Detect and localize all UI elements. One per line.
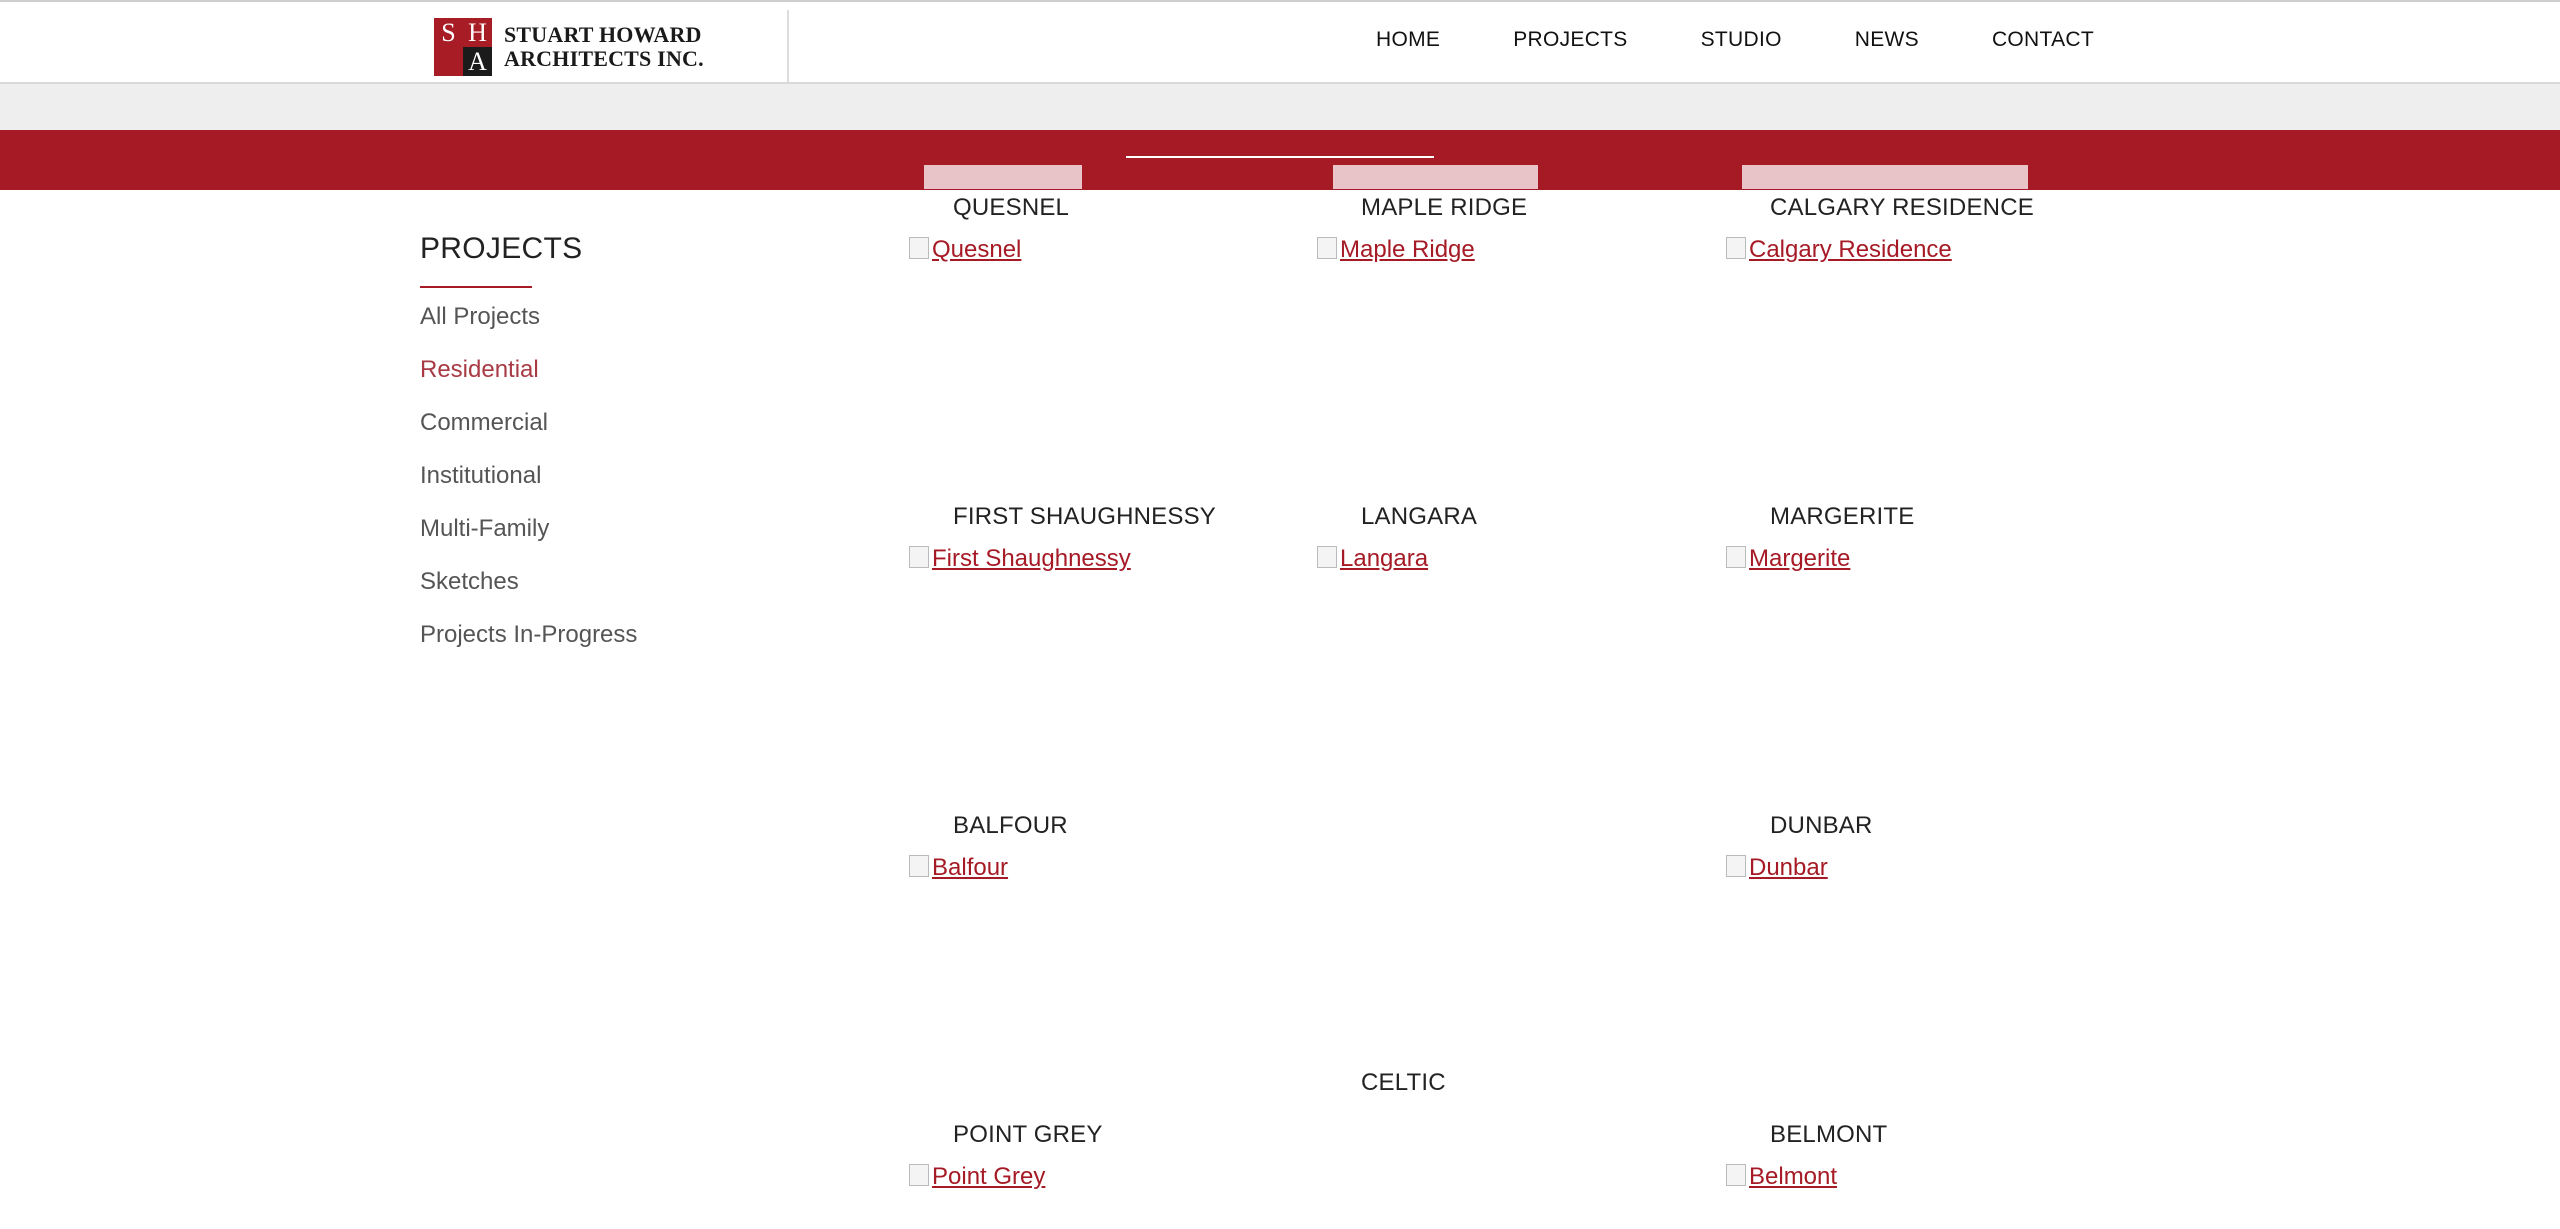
broken-image-icon (1726, 546, 1746, 568)
grey-band (0, 84, 2560, 130)
image-alt-text: Margerite (1749, 545, 1851, 572)
project-image-belmont[interactable]: Belmont (1726, 1163, 1837, 1191)
logo-letter-s: S (434, 18, 463, 47)
project-title-first-shaughnessy[interactable]: FIRST SHAUGHNESSY (953, 503, 1216, 531)
project-image-quesnel[interactable]: Quesnel (909, 236, 1021, 264)
sidebar-title: PROJECTS (420, 232, 583, 265)
logo-line-2: ARCHITECTS INC. (504, 46, 704, 71)
broken-image-icon (1317, 237, 1337, 259)
image-alt-text: Point Grey (932, 1163, 1046, 1190)
nav-projects[interactable]: PROJECTS (1513, 28, 1627, 52)
main-nav: HOME PROJECTS STUDIO NEWS CONTACT (1303, 28, 2094, 52)
logo-letter-h: H (463, 18, 492, 47)
project-image-first-shaughnessy[interactable]: First Shaughnessy (909, 545, 1131, 573)
project-title-maple-ridge[interactable]: MAPLE RIDGE (1361, 194, 1527, 222)
category-institutional[interactable]: Institutional (420, 461, 820, 514)
project-title-calgary-residence[interactable]: CALGARY RESIDENCE (1770, 194, 2034, 222)
broken-image-icon (909, 546, 929, 568)
sidebar-title-underline (420, 286, 532, 288)
nav-home[interactable]: HOME (1376, 28, 1440, 52)
project-image-point-grey[interactable]: Point Grey (909, 1163, 1045, 1191)
project-title-celtic[interactable]: CELTIC (1361, 1069, 1446, 1097)
logo-line-1: STUART HOWARD (504, 22, 702, 47)
project-title-langara[interactable]: LANGARA (1361, 503, 1477, 531)
nav-studio[interactable]: STUDIO (1701, 28, 1782, 52)
broken-image-icon (909, 237, 929, 259)
image-alt-text: First Shaughnessy (932, 545, 1131, 572)
logo-blank (434, 47, 463, 76)
image-alt-text: Maple Ridge (1340, 236, 1475, 263)
project-image-margerite[interactable]: Margerite (1726, 545, 1850, 573)
header-divider (787, 10, 789, 82)
broken-image-icon (1726, 237, 1746, 259)
category-list: All Projects Residential Commercial Inst… (420, 302, 820, 673)
hero-band-line (1126, 156, 1434, 158)
broken-image-icon (1317, 546, 1337, 568)
image-alt-text: Balfour (932, 854, 1009, 881)
project-title-point-grey[interactable]: POINT GREY (953, 1121, 1103, 1149)
site-header: S H A STUART HOWARD ARCHITECTS INC. HOME… (0, 0, 2560, 84)
project-title-quesnel[interactable]: QUESNEL (953, 194, 1069, 222)
project-image-maple-ridge[interactable]: Maple Ridge (1317, 236, 1475, 264)
broken-image-icon (909, 1164, 929, 1186)
logo-letter-a: A (463, 47, 492, 76)
image-alt-text: Quesnel (932, 236, 1022, 263)
project-image-balfour[interactable]: Balfour (909, 854, 1008, 882)
image-alt-text: Langara (1340, 545, 1429, 572)
broken-image-icon (1726, 855, 1746, 877)
category-all-projects[interactable]: All Projects (420, 302, 820, 355)
category-residential[interactable]: Residential (420, 355, 820, 408)
logo[interactable]: S H A STUART HOWARD ARCHITECTS INC. (434, 18, 704, 76)
project-image-dunbar[interactable]: Dunbar (1726, 854, 1828, 882)
project-title-belmont[interactable]: BELMONT (1770, 1121, 1887, 1149)
image-alt-text: Calgary Residence (1749, 236, 1952, 263)
hero-band (0, 130, 2560, 190)
image-alt-text: Belmont (1749, 1163, 1838, 1190)
projects-sidebar: PROJECTS All Projects Residential Commer… (420, 232, 820, 673)
project-title-margerite[interactable]: MARGERITE (1770, 503, 1914, 531)
project-title-balfour[interactable]: BALFOUR (953, 812, 1068, 840)
project-title-dunbar[interactable]: DUNBAR (1770, 812, 1873, 840)
category-sketches[interactable]: Sketches (420, 567, 820, 620)
nav-news[interactable]: NEWS (1855, 28, 1919, 52)
category-multi-family[interactable]: Multi-Family (420, 514, 820, 567)
broken-image-icon (909, 855, 929, 877)
broken-image-icon (1726, 1164, 1746, 1186)
nav-contact[interactable]: CONTACT (1992, 28, 2094, 52)
project-image-calgary-residence[interactable]: Calgary Residence (1726, 236, 1952, 264)
image-alt-text: Dunbar (1749, 854, 1828, 881)
logo-text: STUART HOWARD ARCHITECTS INC. (504, 23, 704, 71)
category-commercial[interactable]: Commercial (420, 408, 820, 461)
logo-mark-icon: S H A (434, 18, 492, 76)
project-image-langara[interactable]: Langara (1317, 545, 1428, 573)
category-projects-in-progress[interactable]: Projects In-Progress (420, 620, 820, 673)
